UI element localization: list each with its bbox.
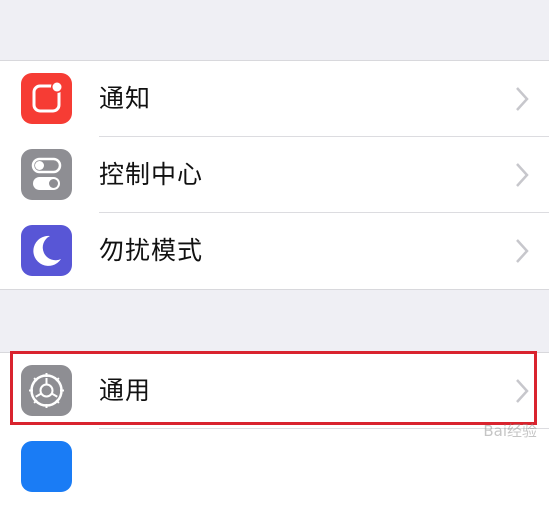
gear-icon xyxy=(21,365,72,416)
do-not-disturb-moon-icon xyxy=(21,225,72,276)
control-center-icon xyxy=(21,149,72,200)
settings-row-display[interactable] xyxy=(0,429,549,505)
settings-group-1: 通知 控制中心 勿扰模式 xyxy=(0,60,549,290)
chevron-right-icon xyxy=(515,162,529,188)
notifications-icon xyxy=(21,73,72,124)
settings-row-notifications[interactable]: 通知 xyxy=(0,61,549,137)
notifications-label: 通知 xyxy=(99,84,152,113)
settings-row-general[interactable]: 通用 xyxy=(0,353,549,429)
chevron-right-icon xyxy=(515,378,529,404)
chevron-right-icon xyxy=(515,86,529,112)
settings-row-control-center[interactable]: 控制中心 xyxy=(0,137,549,213)
settings-row-do-not-disturb[interactable]: 勿扰模式 xyxy=(0,213,549,289)
do-not-disturb-label: 勿扰模式 xyxy=(99,236,204,265)
control-center-label: 控制中心 xyxy=(99,160,204,189)
settings-group-2: 通用 xyxy=(0,352,549,505)
watermark: Bai经验 xyxy=(483,422,537,440)
general-label: 通用 xyxy=(99,376,152,405)
chevron-right-icon xyxy=(515,238,529,264)
